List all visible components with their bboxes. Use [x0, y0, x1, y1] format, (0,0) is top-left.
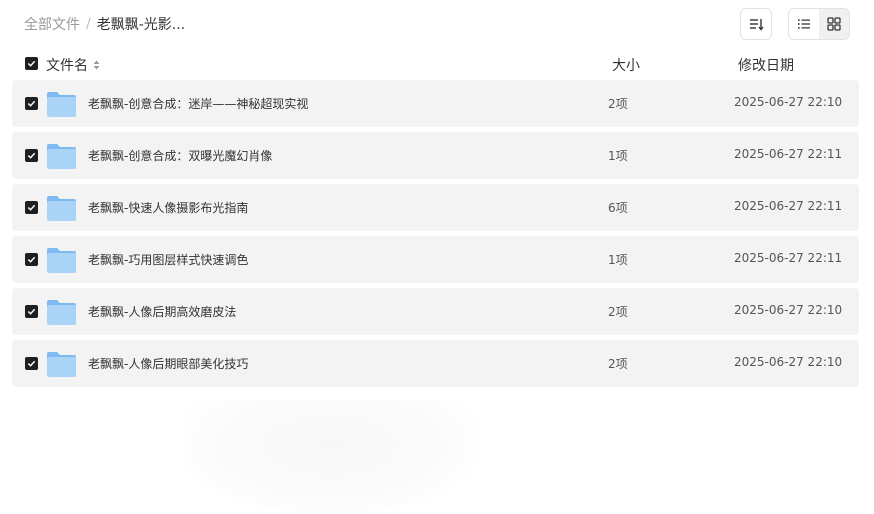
check-icon	[27, 100, 36, 107]
check-icon	[27, 60, 36, 67]
folder-icon	[47, 144, 76, 169]
file-name: 老飘飘-巧用图层样式快速调色	[88, 253, 249, 267]
column-header-name-label: 文件名	[46, 58, 88, 74]
table-row[interactable]: 老飘飘-人像后期眼部美化技巧 2项 2025-06-27 22:10	[12, 340, 859, 387]
list-view-icon	[798, 19, 810, 29]
file-modified-date: 2025-06-27 22:10	[734, 355, 843, 369]
file-size: 1项	[608, 149, 628, 163]
sort-lines-icon	[750, 19, 764, 31]
folder-icon	[47, 300, 76, 325]
grid-view-button[interactable]	[819, 9, 849, 39]
list-view-button[interactable]	[789, 9, 819, 39]
top-bar: 全部文件 / 老飘飘-光影...	[0, 0, 874, 46]
file-size: 6项	[608, 201, 628, 215]
view-toggle	[788, 8, 850, 40]
folder-icon	[47, 248, 76, 273]
file-name: 老飘飘-创意合成：迷岸——神秘超现实视	[88, 97, 309, 111]
breadcrumb-current: 老飘飘-光影...	[96, 17, 186, 33]
table-header: 文件名 大小 修改日期	[12, 50, 859, 78]
check-icon	[27, 360, 36, 367]
sort-toggle-icon	[93, 60, 100, 70]
file-name: 老飘飘-人像后期高效磨皮法	[88, 305, 237, 319]
table-row[interactable]: 老飘飘-创意合成：双曝光魔幻肖像 1项 2025-06-27 22:11	[12, 132, 859, 179]
background-glow	[185, 400, 475, 514]
column-header-size[interactable]: 大小	[612, 55, 640, 75]
select-all-checkbox[interactable]	[25, 57, 38, 70]
file-modified-date: 2025-06-27 22:10	[734, 303, 843, 317]
file-size: 2项	[608, 97, 628, 111]
file-size: 2项	[608, 305, 628, 319]
file-modified-date: 2025-06-27 22:11	[734, 147, 843, 161]
check-icon	[27, 204, 36, 211]
table-row[interactable]: 老飘飘-创意合成：迷岸——神秘超现实视 2项 2025-06-27 22:10	[12, 80, 859, 127]
breadcrumb-separator: /	[86, 16, 91, 32]
row-checkbox[interactable]	[25, 305, 38, 318]
row-checkbox[interactable]	[25, 357, 38, 370]
check-icon	[27, 256, 36, 263]
file-list: 老飘飘-创意合成：迷岸——神秘超现实视 2项 2025-06-27 22:10 …	[12, 80, 859, 392]
table-row[interactable]: 老飘飘-快速人像摄影布光指南 6项 2025-06-27 22:11	[12, 184, 859, 231]
file-size: 1项	[608, 253, 628, 267]
file-modified-date: 2025-06-27 22:11	[734, 199, 843, 213]
column-header-date[interactable]: 修改日期	[738, 55, 794, 75]
folder-icon	[47, 196, 76, 221]
file-modified-date: 2025-06-27 22:11	[734, 251, 843, 265]
row-checkbox[interactable]	[25, 97, 38, 110]
file-name: 老飘飘-快速人像摄影布光指南	[88, 201, 249, 215]
folder-icon	[47, 352, 76, 377]
check-icon	[27, 152, 36, 159]
breadcrumb: 全部文件 / 老飘飘-光影...	[24, 14, 185, 34]
table-row[interactable]: 老飘飘-人像后期高效磨皮法 2项 2025-06-27 22:10	[12, 288, 859, 335]
row-checkbox[interactable]	[25, 201, 38, 214]
file-size: 2项	[608, 357, 628, 371]
check-icon	[27, 308, 36, 315]
file-name: 老飘飘-创意合成：双曝光魔幻肖像	[88, 149, 273, 163]
file-browser: 全部文件 / 老飘飘-光影... 文件名 大小 修改日期 老飘飘-创意合成：迷岸…	[0, 0, 874, 514]
table-row[interactable]: 老飘飘-巧用图层样式快速调色 1项 2025-06-27 22:11	[12, 236, 859, 283]
folder-icon	[47, 92, 76, 117]
column-header-name[interactable]: 文件名	[46, 55, 100, 75]
row-checkbox[interactable]	[25, 149, 38, 162]
sort-button[interactable]	[740, 8, 772, 40]
file-name: 老飘飘-人像后期眼部美化技巧	[88, 357, 249, 371]
breadcrumb-root-link[interactable]: 全部文件	[24, 14, 80, 34]
file-modified-date: 2025-06-27 22:10	[734, 95, 843, 109]
row-checkbox[interactable]	[25, 253, 38, 266]
grid-view-icon	[827, 17, 841, 31]
